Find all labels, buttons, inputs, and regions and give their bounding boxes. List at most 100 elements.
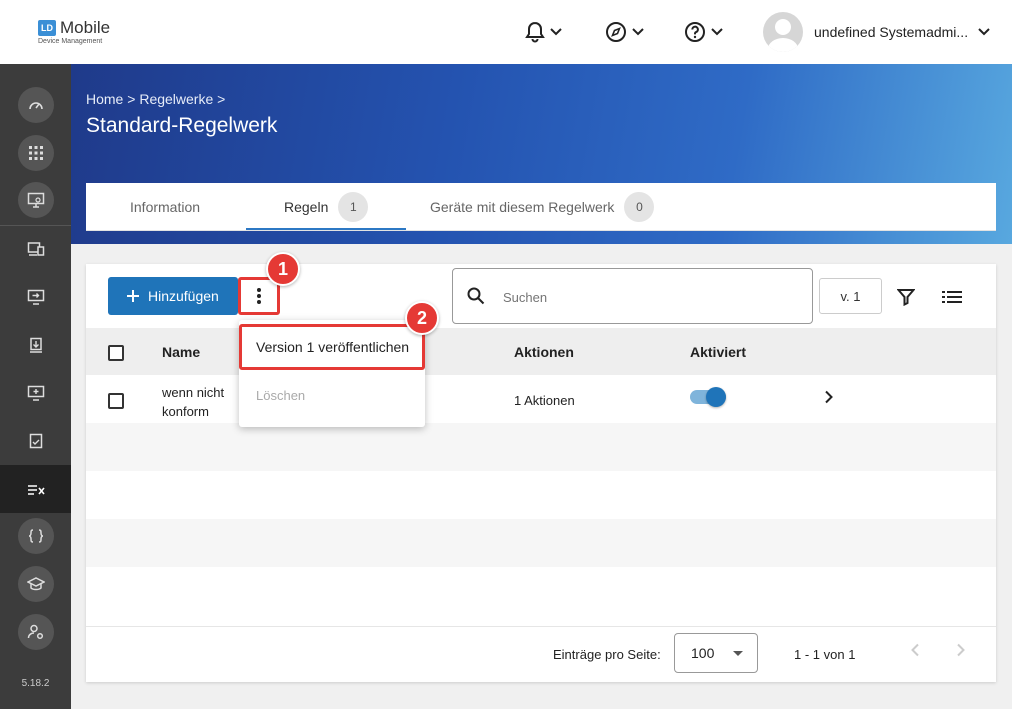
page-range: 1 - 1 von 1 (794, 647, 856, 662)
sidebar-item-training[interactable] (0, 561, 71, 607)
bell-icon (525, 21, 545, 43)
empty-row (86, 423, 996, 471)
count-badge: 0 (624, 192, 655, 222)
monitor-plus-icon (27, 385, 44, 401)
select-all-checkbox[interactable] (108, 345, 124, 361)
column-header-active[interactable]: Aktiviert (690, 344, 746, 360)
logo-badge: LD (38, 20, 56, 36)
row-checkbox[interactable] (108, 393, 124, 409)
sidebar-item-downloads[interactable] (0, 322, 71, 368)
breadcrumb-separator: > (127, 91, 136, 107)
sidebar-item-compliance[interactable] (0, 418, 71, 464)
tab-devices[interactable]: Geräte mit diesem Regelwerk 0 (430, 183, 655, 231)
code-braces-icon (28, 529, 43, 543)
plus-icon (127, 290, 139, 302)
rule-actions: 1 Aktionen (514, 393, 575, 408)
count-badge: 1 (338, 192, 369, 222)
step-callout-1: 1 (266, 252, 300, 286)
sidebar-item-device-groups[interactable] (0, 226, 71, 272)
chevron-down-icon (711, 28, 723, 36)
user-avatar[interactable] (763, 12, 803, 52)
add-button[interactable]: Hinzufügen (108, 277, 238, 315)
search-icon (467, 287, 485, 305)
breadcrumb: Home > Regelwerke > (86, 91, 225, 107)
table-header: Name Aktionen Aktiviert (86, 328, 996, 375)
add-button-label: Hinzufügen (148, 288, 219, 304)
sidebar-item-scripts[interactable] (0, 513, 71, 559)
more-actions-menu: Version 1 veröffentlichen Löschen (239, 320, 425, 427)
tab-label: Geräte mit diesem Regelwerk (430, 199, 615, 215)
step-callout-2: 2 (405, 301, 439, 335)
version-selector[interactable]: v. 1 (819, 278, 882, 314)
tab-label: Regeln (284, 199, 329, 215)
chevron-right-icon[interactable] (824, 390, 834, 404)
chevron-down-icon (550, 28, 562, 36)
table-row[interactable]: wenn nicht konform 1 Aktionen (86, 375, 996, 423)
pagination-footer: Einträge pro Seite: 100 1 - 1 von 1 (86, 626, 996, 682)
rule-name-line: wenn nicht (162, 385, 225, 400)
empty-row (86, 471, 996, 519)
more-vertical-icon (257, 288, 261, 304)
menu-item-delete[interactable]: Löschen (256, 388, 305, 403)
column-list-icon[interactable] (942, 290, 962, 304)
search-field[interactable] (452, 268, 813, 324)
devices-icon (27, 242, 44, 256)
per-page-value: 100 (691, 645, 715, 661)
logo-subtitle: Device Management (38, 38, 103, 45)
clipboard-check-icon (29, 433, 42, 449)
search-input[interactable] (503, 287, 793, 307)
per-page-select[interactable]: 100 (674, 633, 758, 673)
graduation-cap-icon (26, 577, 45, 591)
app-version: 5.18.2 (21, 678, 50, 689)
tab-label: Information (130, 199, 201, 215)
rules-card: Hinzufügen v. 1 Name Aktionen Aktiviert … (86, 264, 996, 682)
filter-icon[interactable] (897, 288, 915, 306)
chevron-down-icon (632, 28, 644, 36)
help-icon (685, 22, 705, 42)
chevron-right-icon[interactable] (956, 643, 966, 657)
column-header-name[interactable]: Name (162, 344, 200, 360)
logo-title: Mobile (60, 18, 111, 37)
tab-information[interactable]: Information (130, 183, 200, 231)
user-name[interactable]: undefined Systemadmi... (814, 24, 970, 40)
empty-row (86, 567, 996, 615)
page-title: Standard-Regelwerk (86, 114, 278, 137)
top-bar: LD Mobile Device Management undefined Sy… (0, 0, 1012, 64)
breadcrumb-home[interactable]: Home (86, 91, 123, 107)
grid-icon (28, 146, 43, 160)
column-header-actions[interactable]: Aktionen (514, 344, 574, 360)
sidebar-item-add-device[interactable] (0, 370, 71, 416)
per-page-label: Einträge pro Seite: (553, 647, 661, 662)
monitor-arrow-icon (27, 289, 44, 305)
user-settings-icon (27, 624, 43, 640)
tab-rules[interactable]: Regeln 1 (284, 183, 369, 231)
menu-item-publish-version[interactable]: Version 1 veröffentlichen (239, 324, 425, 370)
rule-name: wenn nicht konform (162, 383, 224, 421)
rules-list-icon (27, 485, 45, 495)
help-menu[interactable] (684, 20, 724, 44)
toggle-knob (706, 387, 726, 407)
chevron-down-icon[interactable] (977, 27, 991, 37)
rule-name-line: konform (162, 404, 209, 419)
sidebar-item-devices[interactable] (0, 177, 71, 223)
active-tab-indicator (246, 228, 406, 230)
explore-menu[interactable] (605, 20, 645, 44)
empty-row (86, 519, 996, 567)
notifications-menu[interactable] (525, 20, 563, 44)
sidebar-item-apps[interactable] (0, 130, 71, 176)
caret-down-icon (733, 651, 743, 656)
active-toggle[interactable] (690, 387, 726, 407)
tab-bar: Information Regeln 1 Geräte mit diesem R… (86, 183, 996, 231)
speedometer-icon (28, 102, 43, 110)
sidebar: 5.18.2 (0, 64, 71, 709)
sidebar-item-deployment[interactable] (0, 274, 71, 320)
sidebar-item-admin[interactable] (0, 609, 71, 655)
breadcrumb-separator: > (217, 91, 226, 107)
breadcrumb-rulesets[interactable]: Regelwerke (139, 91, 213, 107)
download-icon (29, 337, 42, 353)
chevron-left-icon[interactable] (910, 643, 920, 657)
monitor-settings-icon (27, 192, 44, 208)
sidebar-item-dashboard[interactable] (0, 82, 71, 128)
compass-icon (606, 22, 626, 42)
sidebar-item-rules[interactable] (0, 465, 71, 513)
